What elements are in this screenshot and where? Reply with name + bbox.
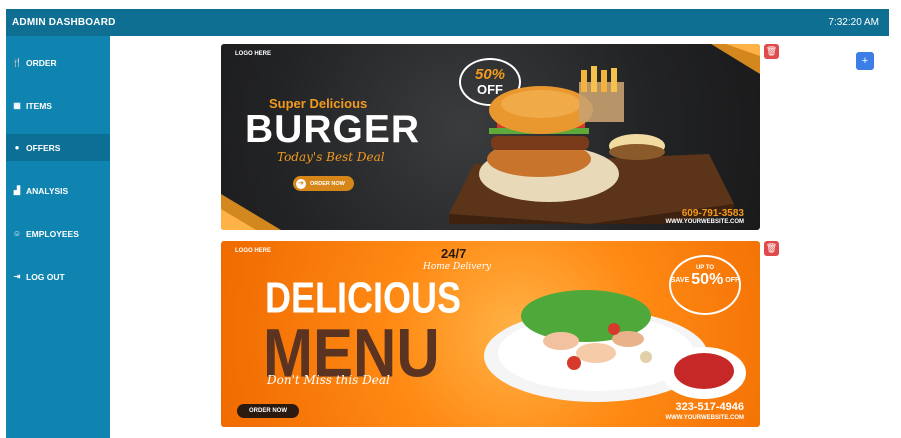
sidebar-item-label: ORDER	[26, 57, 57, 68]
banner-tagline: Don't Miss this Deal	[267, 373, 390, 387]
delete-banner-button[interactable]: 🗑	[764, 44, 779, 59]
delete-banner-button[interactable]: 🗑	[764, 241, 779, 256]
website: WWW.YOURWEBSITE.COM	[665, 415, 744, 421]
burger-image	[449, 66, 734, 224]
chart-icon: ▟	[13, 186, 21, 195]
trash-icon: 🗑	[765, 46, 778, 56]
phone-number: 323-517-4946	[675, 401, 744, 413]
people-icon: ☺	[12, 229, 22, 238]
clock: 7:32:20 AM	[828, 17, 879, 28]
badge-save: SAVE	[670, 276, 690, 284]
phone-number: 609-791-3583	[681, 208, 744, 219]
sidebar-item-analysis[interactable]: ▟ ANALYSIS	[6, 177, 110, 204]
discount-badge: UP TO SAVE 50% OFF	[669, 255, 741, 315]
trash-icon: 🗑	[765, 243, 778, 253]
sidebar-item-items[interactable]: ▦ ITEMS	[6, 92, 110, 119]
arrow-right-icon: ➜	[296, 178, 306, 189]
logo-placeholder: LOGO HERE	[235, 51, 272, 57]
order-now-button[interactable]: ORDER NOW	[237, 404, 299, 418]
utensils-icon: 🍴	[12, 58, 22, 67]
app-title: ADMIN DASHBOARD	[12, 17, 116, 28]
banner-tagline: Today's Best Deal	[277, 150, 385, 164]
logout-icon: ⇥	[13, 272, 21, 281]
badge-percent: 50%	[691, 271, 724, 288]
sidebar-item-employees[interactable]: ☺ EMPLOYEES	[6, 220, 110, 247]
badge-off: OFF	[725, 276, 740, 284]
sidebar-item-order[interactable]: 🍴 ORDER	[6, 49, 110, 76]
offer-icon: ●	[14, 143, 20, 152]
hours-label: 24/7	[441, 246, 467, 261]
website: WWW.YOURWEBSITE.COM	[665, 219, 744, 225]
sidebar-item-label: ITEMS	[26, 100, 52, 111]
offer-banner-burger: LOGO HERE 50% OFF Super Delicious BURGER…	[221, 44, 760, 230]
sidebar-item-label: LOG OUT	[26, 271, 65, 282]
sidebar: 🍴 ORDER ▦ ITEMS ● OFFERS ▟ ANALYSIS ☺ EM…	[6, 36, 110, 438]
add-offer-button[interactable]: +	[856, 52, 874, 70]
banner-title: BURGER	[245, 108, 421, 151]
plus-icon: +	[861, 55, 869, 67]
logo-placeholder: LOGO HERE	[235, 248, 272, 254]
sidebar-item-label: EMPLOYEES	[26, 228, 79, 239]
sidebar-item-label: OFFERS	[26, 142, 61, 153]
top-bar: ADMIN DASHBOARD 7:32:20 AM	[6, 9, 889, 36]
sidebar-item-label: ANALYSIS	[26, 185, 69, 196]
sidebar-item-logout[interactable]: ⇥ LOG OUT	[6, 263, 110, 290]
order-now-label: ORDER NOW	[310, 180, 345, 187]
order-now-button[interactable]: ➜ ORDER NOW	[293, 176, 354, 191]
sidebar-item-offers[interactable]: ● OFFERS	[6, 134, 110, 161]
offer-banner-menu: LOGO HERE 24/7 Home Delivery DELICIOUS M…	[221, 241, 760, 427]
items-icon: ▦	[13, 101, 21, 110]
